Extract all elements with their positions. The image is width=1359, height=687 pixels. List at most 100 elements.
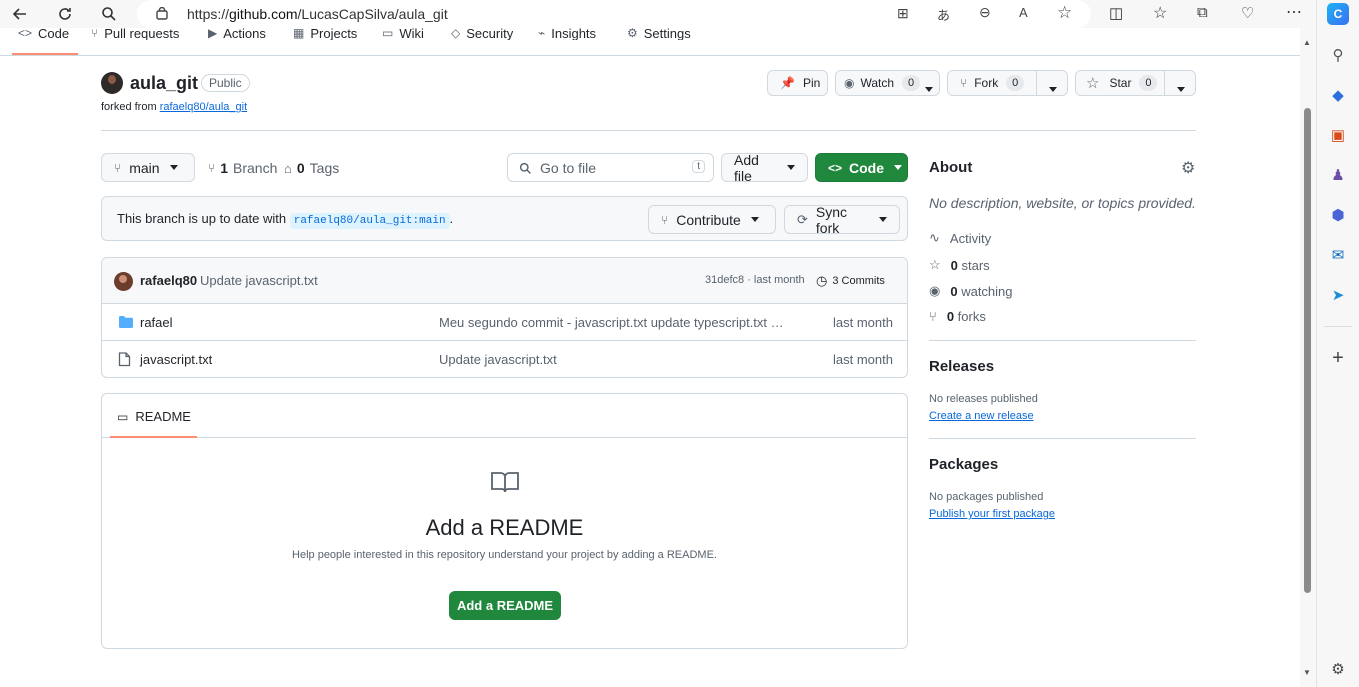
tab-wiki[interactable]: ▭ Wiki xyxy=(382,26,424,40)
zoom-icon[interactable]: ⊖ xyxy=(979,4,991,21)
fork-button[interactable]: ⑂ Fork 0 xyxy=(947,70,1068,96)
go-to-file-input[interactable]: Go to file t xyxy=(507,153,714,182)
shopping-tag-icon[interactable]: ◆ xyxy=(1327,84,1349,106)
search-icon[interactable] xyxy=(97,3,121,25)
activity-link[interactable]: ∿ Activity xyxy=(929,230,991,246)
search-icon[interactable]: ⚲ xyxy=(1327,44,1349,66)
microsoft-365-icon[interactable]: ⬢ xyxy=(1327,204,1349,226)
branch-status-box: This branch is up to date with rafaelq80… xyxy=(101,196,908,241)
translate-icon[interactable]: あ xyxy=(937,5,950,24)
repo-name[interactable]: aula_git xyxy=(130,73,198,94)
back-icon[interactable] xyxy=(8,3,32,25)
gear-icon: ⚙ xyxy=(627,26,638,40)
code-button[interactable]: <> Code xyxy=(815,153,908,182)
file-icon xyxy=(118,352,131,367)
tab-security[interactable]: ◇ Security xyxy=(451,26,513,40)
search-icon xyxy=(519,162,531,174)
branch-selector[interactable]: ⑂ main xyxy=(101,153,195,182)
favorite-star-icon[interactable]: ☆ xyxy=(1057,3,1072,23)
refresh-icon[interactable] xyxy=(53,3,77,25)
keyboard-shortcut: t xyxy=(692,160,705,173)
add-file-button[interactable]: Add file xyxy=(721,152,808,184)
watching-link[interactable]: ◉ 0 watching xyxy=(929,283,1013,299)
pin-icon: 📌 xyxy=(780,76,795,90)
browser-essentials-icon[interactable]: ♡ xyxy=(1241,4,1254,22)
commit-sha-time[interactable]: 31defc8 · last month xyxy=(705,274,805,286)
commits-link[interactable]: ◷ 3 Commits xyxy=(816,273,885,289)
page-scrollbar[interactable]: ▲ ▼ xyxy=(1300,28,1316,687)
more-icon[interactable]: ⋯ xyxy=(1286,2,1302,22)
contribute-button[interactable]: ⑂ Contribute xyxy=(648,205,776,234)
scroll-up-icon[interactable]: ▲ xyxy=(1303,38,1311,47)
watch-button[interactable]: ◉ Watch 0 xyxy=(835,70,940,96)
tab-insights[interactable]: ⌁ Insights xyxy=(538,26,596,40)
publish-package-link[interactable]: Publish your first package xyxy=(929,508,1055,520)
sync-icon: ⟳ xyxy=(797,211,808,227)
outlook-icon[interactable]: ✉ xyxy=(1327,244,1349,266)
file-name[interactable]: javascript.txt xyxy=(140,352,212,367)
games-icon[interactable]: ♟ xyxy=(1327,164,1349,186)
tab-code[interactable]: <> Code xyxy=(18,26,69,40)
commit-author[interactable]: rafaelq80 xyxy=(140,273,197,288)
table-row[interactable]: rafael Meu segundo commit - javascript.t… xyxy=(102,304,907,341)
star-count: 0 xyxy=(1139,75,1158,91)
table-row[interactable]: javascript.txt Update javascript.txt las… xyxy=(102,341,907,377)
tab-settings[interactable]: ⚙ Settings xyxy=(627,26,691,40)
visibility-badge: Public xyxy=(201,74,250,92)
stars-link[interactable]: ☆ 0 stars xyxy=(929,257,990,273)
address-bar[interactable]: https://github.com/LucasCapSilva/aula_gi… xyxy=(137,0,1091,28)
branches-link[interactable]: ⑂ 1 Branch xyxy=(208,160,277,176)
scroll-thumb[interactable] xyxy=(1304,108,1311,593)
sidebar-divider xyxy=(1324,326,1352,327)
graph-icon: ⌁ xyxy=(538,26,546,40)
star-icon: ☆ xyxy=(929,257,941,272)
favorites-icon[interactable]: ☆ xyxy=(1153,3,1167,23)
fork-dropdown[interactable] xyxy=(1049,81,1057,95)
readme-tab[interactable]: ▭ README xyxy=(117,409,191,424)
split-screen-icon[interactable]: ◫ xyxy=(1109,4,1123,22)
table-icon: ▦ xyxy=(293,26,305,40)
tags-link[interactable]: ⌂ 0 Tags xyxy=(284,160,339,176)
upstream-ref[interactable]: rafaelq80/aula_git:main xyxy=(289,213,450,229)
eye-icon: ◉ xyxy=(929,283,941,298)
send-icon[interactable]: ➤ xyxy=(1327,284,1349,306)
read-aloud-icon[interactable]: A xyxy=(1019,5,1028,20)
chevron-down-icon xyxy=(894,165,903,170)
settings-gear-icon[interactable]: ⚙ xyxy=(1327,658,1349,680)
packages-title[interactable]: Packages xyxy=(929,456,998,473)
copilot-icon[interactable]: C xyxy=(1327,3,1349,25)
forked-from-link[interactable]: rafaelq80/aula_git xyxy=(160,101,247,113)
file-commit-message[interactable]: Update javascript.txt xyxy=(439,352,789,367)
header-divider xyxy=(101,130,1196,131)
add-icon[interactable]: + xyxy=(1327,347,1349,369)
sync-fork-button[interactable]: ⟳ Sync fork xyxy=(784,204,900,236)
create-release-link[interactable]: Create a new release xyxy=(929,410,1034,422)
scroll-down-icon[interactable]: ▼ xyxy=(1303,668,1311,677)
file-name[interactable]: rafael xyxy=(140,315,173,330)
pin-button[interactable]: 📌 Pin xyxy=(767,70,828,96)
commit-message[interactable]: Update javascript.txt xyxy=(200,273,318,288)
star-button[interactable]: ☆ Star 0 xyxy=(1075,70,1196,96)
tools-icon[interactable]: ▣ xyxy=(1327,124,1349,146)
commit-author-avatar[interactable] xyxy=(114,272,133,291)
star-dropdown[interactable] xyxy=(1177,81,1185,95)
collections-icon[interactable]: ⧉ xyxy=(1197,4,1208,21)
tab-actions[interactable]: ▶ Actions xyxy=(208,26,266,40)
file-commit-message[interactable]: Meu segundo commit - javascript.txt upda… xyxy=(439,315,789,330)
avatar[interactable] xyxy=(101,72,123,94)
gear-icon[interactable]: ⚙ xyxy=(1181,158,1195,178)
readme-divider xyxy=(102,437,907,438)
readme-panel: ▭ README Add a README Help people interes… xyxy=(101,393,908,649)
active-tab-underline xyxy=(12,53,78,55)
tab-projects[interactable]: ▦ Projects xyxy=(293,26,357,40)
watch-dropdown[interactable] xyxy=(925,81,933,95)
page-info-icon[interactable] xyxy=(155,7,169,21)
apps-icon[interactable]: ⊞ xyxy=(897,5,909,22)
star-icon: ☆ xyxy=(1086,75,1100,92)
add-readme-button[interactable]: Add a README xyxy=(449,591,561,620)
releases-title[interactable]: Releases xyxy=(929,358,994,375)
file-list: rafaelq80 Update javascript.txt 31defc8 … xyxy=(101,257,908,378)
tab-pull-requests[interactable]: ⑂ Pull requests xyxy=(91,26,179,40)
browser-toolbar: https://github.com/LucasCapSilva/aula_gi… xyxy=(0,0,1316,28)
forks-link[interactable]: ⑂ 0 forks xyxy=(929,309,986,324)
